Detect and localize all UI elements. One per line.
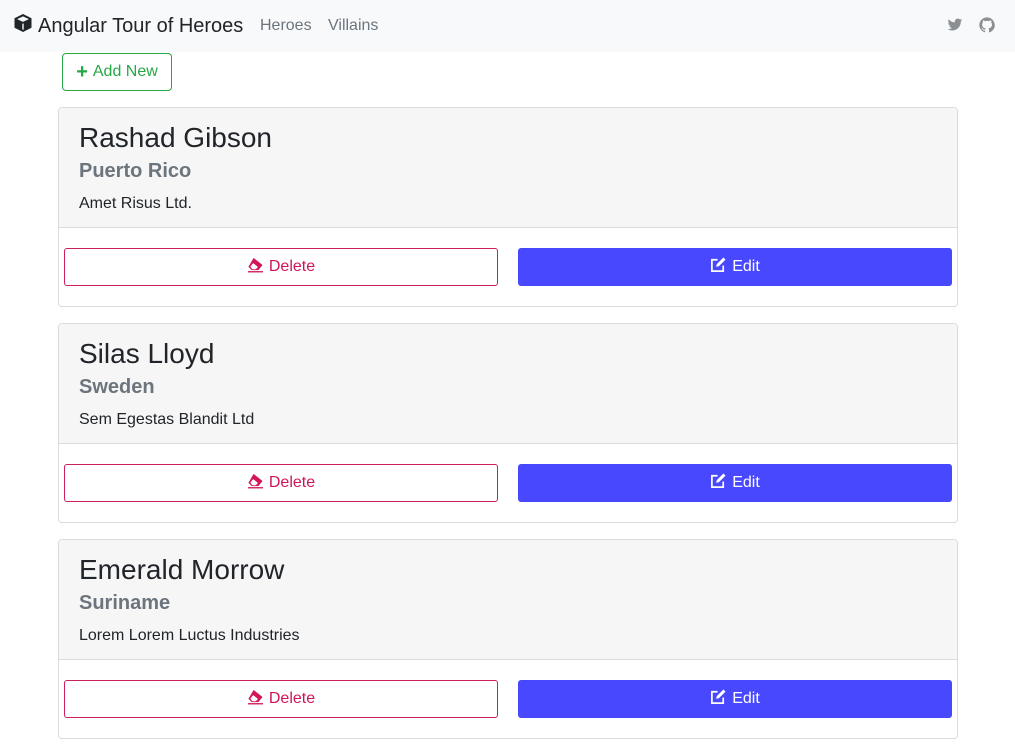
card-body: Silas Lloyd Sweden Sem Egestas Blandit L… [59, 324, 957, 444]
edit-icon [710, 688, 727, 710]
edit-icon [710, 472, 727, 494]
cube-icon [13, 13, 33, 39]
edit-label: Edit [732, 690, 760, 707]
twitter-icon[interactable] [946, 16, 964, 34]
delete-button[interactable]: Delete [64, 680, 498, 718]
card-body: Rashad Gibson Puerto Rico Amet Risus Ltd… [59, 108, 957, 228]
hero-card: Silas Lloyd Sweden Sem Egestas Blandit L… [58, 323, 958, 523]
eraser-icon [247, 472, 264, 494]
brand-title: Angular Tour of Heroes [38, 14, 244, 37]
navbar: Angular Tour of Heroes Heroes Villains [0, 0, 1015, 52]
hero-card: Emerald Morrow Suriname Lorem Lorem Luct… [58, 539, 958, 739]
edit-button[interactable]: Edit [518, 464, 952, 502]
hero-country: Puerto Rico [79, 160, 192, 182]
eraser-icon [247, 688, 264, 710]
hero-country: Sweden [79, 376, 155, 398]
delete-button[interactable]: Delete [64, 464, 498, 502]
edit-icon [710, 256, 727, 278]
hero-company: Lorem Lorem Luctus Industries [79, 627, 300, 644]
hero-name: Emerald Morrow [79, 554, 285, 585]
add-new-label: Add New [92, 63, 158, 80]
nav-link-villains[interactable]: Villains [328, 0, 378, 52]
hero-name: Silas Lloyd [79, 338, 215, 369]
add-new-button[interactable]: + Add New [62, 53, 172, 91]
hero-company: Amet Risus Ltd. [79, 195, 192, 212]
edit-button[interactable]: Edit [518, 680, 952, 718]
plus-icon: + [76, 61, 88, 83]
delete-label: Delete [268, 690, 316, 707]
github-icon[interactable] [978, 16, 996, 34]
delete-label: Delete [268, 258, 316, 275]
edit-label: Edit [732, 474, 760, 491]
hero-country: Suriname [79, 592, 171, 614]
edit-label: Edit [732, 258, 760, 275]
edit-button[interactable]: Edit [518, 248, 952, 286]
hero-company: Sem Egestas Blandit Ltd [79, 411, 255, 428]
card-body: Emerald Morrow Suriname Lorem Lorem Luct… [59, 540, 957, 660]
delete-label: Delete [268, 474, 316, 491]
nav-link-heroes[interactable]: Heroes [260, 0, 312, 52]
hero-card: Rashad Gibson Puerto Rico Amet Risus Ltd… [58, 107, 958, 307]
delete-button[interactable]: Delete [64, 248, 498, 286]
hero-name: Rashad Gibson [79, 122, 273, 153]
brand-link[interactable]: Angular Tour of Heroes [13, 0, 243, 52]
eraser-icon [247, 256, 264, 278]
